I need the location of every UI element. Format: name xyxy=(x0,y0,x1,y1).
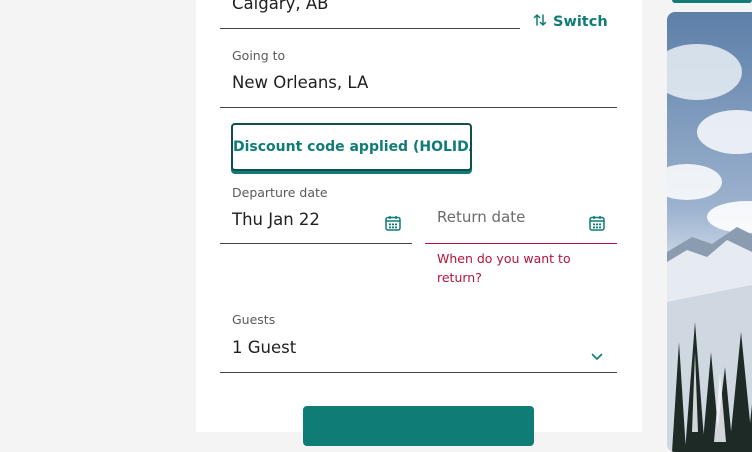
guests-label: Guests xyxy=(232,312,276,327)
discount-code-button[interactable]: Discount code applied (HOLIDAY) xyxy=(231,123,472,171)
from-underline xyxy=(220,28,520,29)
search-button[interactable] xyxy=(303,406,534,446)
switch-button[interactable]: Switch xyxy=(533,11,608,33)
return-date-underline xyxy=(425,243,617,244)
guests-value: 1 Guest xyxy=(232,338,297,357)
departure-date-label: Departure date xyxy=(232,185,328,200)
return-date-placeholder: Return date xyxy=(437,208,526,226)
going-to-underline xyxy=(220,107,617,108)
calendar-icon[interactable] xyxy=(385,215,401,231)
from-value: Calgary, AB xyxy=(232,0,329,13)
chevron-down-icon xyxy=(591,346,603,365)
going-to-value: New Orleans, LA xyxy=(232,73,369,92)
departure-date-underline xyxy=(220,243,412,244)
destination-photo xyxy=(667,12,752,452)
switch-label: Switch xyxy=(553,14,608,30)
swap-arrows-icon xyxy=(533,13,547,31)
return-date-error: When do you want to return? xyxy=(437,251,571,285)
calendar-icon[interactable] xyxy=(589,215,605,231)
departure-date-value: Thu Jan 22 xyxy=(232,210,320,229)
discount-code-label: Discount code applied (HOLIDAY) xyxy=(233,139,472,155)
guests-underline xyxy=(220,372,617,373)
top-accent-tab xyxy=(672,0,752,3)
going-to-label: Going to xyxy=(232,48,286,63)
